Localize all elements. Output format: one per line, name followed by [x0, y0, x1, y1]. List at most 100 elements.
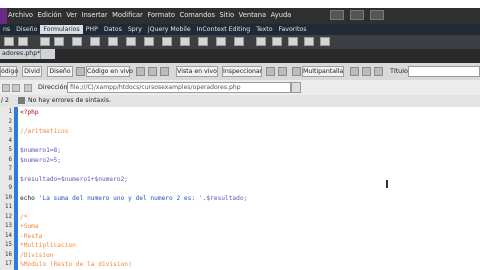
- address-field[interactable]: file:///C|/xampp/htdocs/cursosexamples/o…: [67, 82, 291, 93]
- code-view-button[interactable]: ódigo: [0, 66, 18, 77]
- code-token: echo: [20, 194, 39, 202]
- code-fold-bar[interactable]: [14, 107, 18, 270]
- live-code-icon: [76, 67, 85, 76]
- file-field-icon[interactable]: [180, 37, 190, 46]
- tab-formularios[interactable]: Formularios: [40, 25, 83, 34]
- spry-select-icon[interactable]: [304, 37, 314, 46]
- tab-datos[interactable]: Datos: [101, 25, 125, 34]
- document-tab[interactable]: adores.php*: [0, 49, 40, 59]
- forward-icon[interactable]: [12, 84, 20, 92]
- split-view-button[interactable]: Divid: [22, 66, 42, 77]
- multiscreen-button[interactable]: Multipantalla: [302, 66, 344, 77]
- radio-group-icon[interactable]: [108, 37, 118, 46]
- validate-icon[interactable]: [362, 67, 371, 76]
- title-input[interactable]: [408, 66, 480, 77]
- line-number: 4: [8, 137, 13, 144]
- line-number: 15: [5, 242, 12, 248]
- document-tab-close[interactable]: [40, 49, 55, 59]
- code-editor[interactable]: 1 <?php 2 3 //aritmeticos 4 5 $numero1=8; 6 $nume…: [0, 107, 480, 270]
- live-view-button[interactable]: Vista en vivo: [176, 66, 218, 77]
- back-icon[interactable]: [2, 84, 10, 92]
- syntax-message: No hay errores de sintaxis.: [28, 97, 111, 104]
- spry-checkbox-icon[interactable]: [288, 37, 298, 46]
- address-dropdown-icon[interactable]: [291, 82, 301, 93]
- select-list-icon[interactable]: [126, 37, 136, 46]
- design-view-button[interactable]: Diseño: [47, 66, 73, 77]
- layout-icon[interactable]: [330, 10, 344, 20]
- preview-icon[interactable]: [266, 67, 275, 76]
- radio-button-icon[interactable]: [90, 37, 100, 46]
- form-icon[interactable]: [4, 37, 14, 46]
- tab-php[interactable]: PHP: [83, 25, 101, 34]
- code-line: $numero1=8;: [20, 147, 61, 154]
- menu-item-ventana[interactable]: Ventana: [239, 11, 266, 20]
- line-number: 16: [5, 251, 12, 258]
- fieldset-icon[interactable]: [234, 37, 244, 46]
- tab-diseño[interactable]: Diseño: [13, 25, 40, 34]
- file-management-icon[interactable]: [374, 67, 383, 76]
- menu-item-modificar[interactable]: Modificar: [112, 11, 143, 20]
- refresh-icon[interactable]: [24, 84, 32, 92]
- spry-password-icon[interactable]: [320, 37, 330, 46]
- tab-spry[interactable]: Spry: [125, 25, 145, 34]
- code-line: //aritmeticos: [20, 128, 68, 135]
- mouse-cursor: [386, 180, 388, 188]
- menu-item-ver[interactable]: Ver: [66, 11, 77, 20]
- code-token: /*: [20, 213, 28, 221]
- line-number: 13: [5, 223, 12, 229]
- tab-texto[interactable]: Texto: [253, 25, 275, 34]
- code-line: +Suma: [20, 223, 39, 230]
- menu-item-insertar[interactable]: Insertar: [82, 11, 108, 20]
- menu-item-sitio[interactable]: Sitio: [219, 11, 234, 20]
- site-icon[interactable]: [370, 10, 384, 20]
- code-token: $numero1=8;: [20, 147, 61, 154]
- code-token: +Suma: [20, 223, 39, 230]
- live-code-button[interactable]: Código en vivo: [86, 66, 133, 77]
- menu-items: Archivo Edición Ver Insertar Modificar Format…: [8, 11, 296, 20]
- image-field-icon[interactable]: [162, 37, 172, 46]
- menu-item-archivo[interactable]: Archivo: [8, 11, 33, 20]
- menu-item-ayuda[interactable]: Ayuda: [271, 11, 292, 20]
- line-number: 14: [5, 232, 12, 239]
- workspace-controls: [330, 10, 384, 20]
- line-number: 9: [8, 185, 13, 191]
- checkbox-icon[interactable]: [72, 37, 82, 46]
- refresh-icon[interactable]: [160, 67, 169, 76]
- insert-icon-strip: [0, 35, 480, 49]
- debug-icon[interactable]: [278, 67, 287, 76]
- menu-bar: Archivo Edición Ver Insertar Modificar Format…: [0, 8, 480, 24]
- spry-validation-icon[interactable]: [256, 37, 266, 46]
- button-icon[interactable]: [198, 37, 208, 46]
- label-icon[interactable]: [216, 37, 226, 46]
- jump-menu-icon[interactable]: [144, 37, 154, 46]
- tab-ns[interactable]: ns: [0, 25, 13, 34]
- document-toolbar: ódigo Divid Diseño Código en vivo Vista …: [0, 63, 480, 81]
- line-number: 11: [5, 204, 12, 210]
- line-number: 3: [8, 128, 13, 134]
- line-number: 2: [8, 118, 13, 125]
- textarea-icon[interactable]: [54, 37, 64, 46]
- extensions-icon[interactable]: [350, 10, 364, 20]
- spry-textarea-icon[interactable]: [272, 37, 282, 46]
- visual-aids-icon[interactable]: [350, 67, 359, 76]
- code-token: $numero2=5;: [20, 156, 61, 164]
- menu-item-formato[interactable]: Formato: [147, 11, 175, 20]
- code-line: /*: [20, 214, 27, 221]
- line-number: 7: [8, 166, 13, 172]
- tab-favoritos[interactable]: Favoritos: [276, 25, 310, 34]
- tab-incontext-editing[interactable]: InContext Editing: [194, 25, 254, 34]
- hidden-field-icon[interactable]: [40, 37, 50, 46]
- browser-icon[interactable]: [148, 67, 157, 76]
- line-number: 5: [8, 147, 13, 153]
- code-token: 'La suma del numero uno y del numero 2 e…: [38, 194, 203, 202]
- menu-item-edición[interactable]: Edición: [38, 11, 62, 20]
- code-token: $resultado=$numero1+$numero2;: [20, 175, 129, 183]
- text-field-icon[interactable]: [18, 37, 28, 46]
- code-line: -Resta: [20, 233, 42, 240]
- address-bar: Dirección: file:///C|/xampp/htdocs/curso…: [0, 80, 480, 96]
- tab-jquery-mobile[interactable]: jQuery Mobile: [145, 25, 194, 34]
- code-token: *Multiplicacion: [20, 242, 76, 249]
- menu-item-comandos[interactable]: Comandos: [180, 11, 215, 20]
- inspect-icon[interactable]: [136, 67, 145, 76]
- inspect-button[interactable]: Inspeccionar: [222, 66, 262, 77]
